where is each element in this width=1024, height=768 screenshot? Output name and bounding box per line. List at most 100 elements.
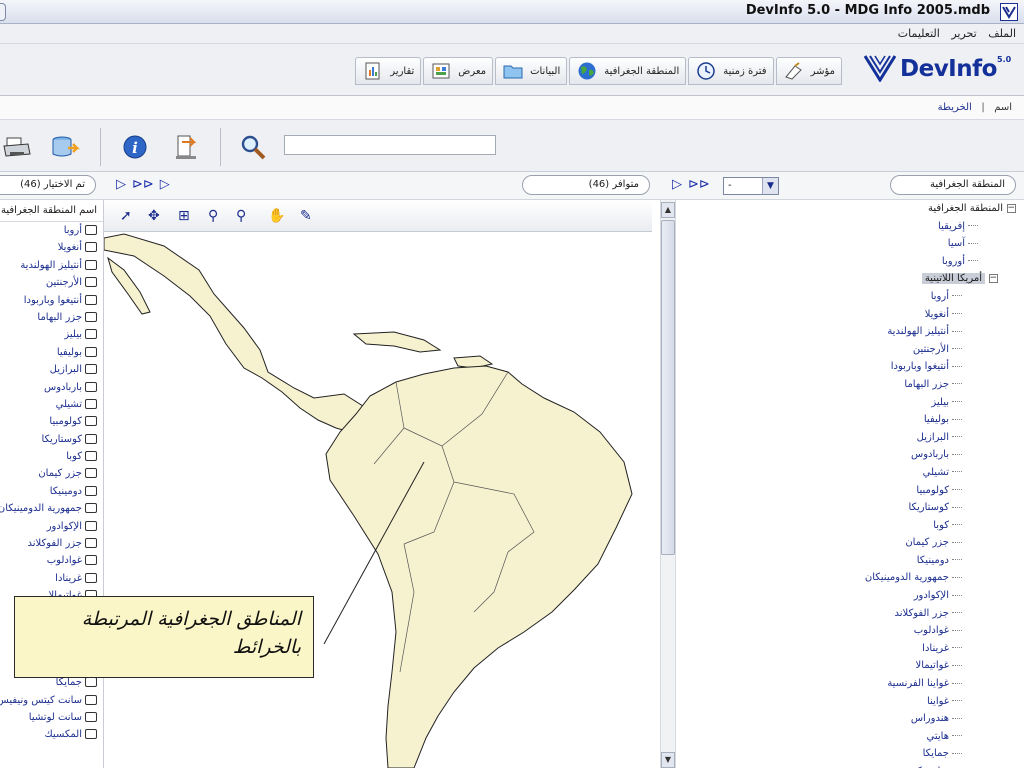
scroll-thumb[interactable] (661, 220, 675, 555)
tree-node-continent[interactable]: إفريقيا (676, 218, 1024, 236)
list-item[interactable]: أنتيليز الهولندية (0, 257, 103, 274)
latin-america-map[interactable] (104, 232, 652, 768)
chevron-down-icon[interactable]: ▼ (762, 178, 778, 194)
list-item[interactable]: كوستاريكا (0, 431, 103, 448)
tree-node-area[interactable]: كوبا (676, 517, 1024, 535)
list-item[interactable]: دومينيكا (0, 483, 103, 500)
menu-file[interactable]: الملف (988, 24, 1016, 44)
tree-scrollbar[interactable]: ▲ ▼ (660, 200, 676, 768)
tree-node-area[interactable]: باربادوس (676, 446, 1024, 464)
collapse-icon[interactable]: − (1007, 203, 1016, 213)
tab-gallery[interactable]: معرض (423, 57, 494, 85)
menu-help[interactable]: التعليمات (898, 24, 940, 44)
list-item[interactable]: غرينادا (0, 570, 103, 587)
list-item[interactable]: الأرجنتين (0, 274, 103, 291)
list-item[interactable]: كولومبيا (0, 413, 103, 430)
list-item-label: غوادلوب (46, 555, 82, 567)
tree-node-area[interactable]: جمهورية الدومينيكان (676, 569, 1024, 587)
list-item[interactable]: أروبا (0, 222, 103, 239)
tree-node-area[interactable]: غواينا الفرنسية (676, 675, 1024, 693)
tree-node-area[interactable]: غواتيمالا (676, 657, 1024, 675)
tree-node-area[interactable]: دومينيكا (676, 552, 1024, 570)
list-item[interactable]: المكسيك (0, 726, 103, 743)
tree-node-area[interactable]: غواينا (676, 693, 1024, 711)
tree-node-area[interactable]: أنتيليز الهولندية (676, 323, 1024, 341)
reset-icon[interactable] (172, 132, 202, 162)
list-item[interactable]: بيليز (0, 326, 103, 343)
search-icon[interactable] (238, 132, 268, 162)
zoom-box-icon[interactable]: ⊞ (178, 208, 190, 224)
zoom-out-icon[interactable]: ⚲ (236, 208, 246, 224)
tree-node-area[interactable]: أنتيغوا وباربودا (676, 358, 1024, 376)
tree-root[interactable]: −المنطقة الجغرافية (676, 200, 1024, 218)
tree-node-area[interactable]: جزر الفوكلاند (676, 605, 1024, 623)
tree-node-area[interactable]: سانت كيتس ونيفيس (676, 763, 1024, 768)
tree-node-area[interactable]: هندوراس (676, 710, 1024, 728)
list-item[interactable]: تشيلي (0, 396, 103, 413)
collapse-icon[interactable]: − (989, 273, 998, 283)
add-icon[interactable]: ▷ (672, 177, 682, 195)
tree-node-area[interactable]: تشيلي (676, 464, 1024, 482)
tree-node-latin-america[interactable]: −أمريكا اللاتينية (676, 270, 1024, 288)
tree-node-area[interactable]: جزر كيمان (676, 534, 1024, 552)
search-input[interactable] (284, 135, 496, 155)
move-right-icon[interactable]: ▷ (116, 177, 126, 195)
tab-reports[interactable]: تقارير (355, 57, 422, 85)
menu-edit[interactable]: تحرير (951, 24, 976, 44)
tree-node-area[interactable]: الأرجنتين (676, 341, 1024, 359)
tree-node-area[interactable]: جمايكا (676, 745, 1024, 763)
tree-node-area[interactable]: أنغويلا (676, 306, 1024, 324)
cuba-shape[interactable] (352, 331, 442, 353)
tree-node-area[interactable]: غوادلوب (676, 622, 1024, 640)
tab-indicator[interactable]: مؤشر (775, 57, 842, 85)
list-item[interactable]: البرازيل (0, 361, 103, 378)
list-item[interactable]: باربادوس (0, 379, 103, 396)
list-item[interactable]: جزر البهاما (0, 309, 103, 326)
tab-time-period[interactable]: فترة زمنية (688, 57, 774, 85)
zoom-in-icon[interactable]: ⚲ (208, 208, 218, 224)
list-item[interactable]: جمهورية الدومينيكان (0, 500, 103, 517)
export-database-icon[interactable] (50, 132, 80, 162)
tree-node-area[interactable]: أروبا (676, 288, 1024, 306)
list-item[interactable]: بوليفيا (0, 344, 103, 361)
tree-node-continent[interactable]: أوروبا (676, 253, 1024, 271)
tab-data[interactable]: البيانات (495, 57, 568, 85)
list-item[interactable]: سانت كيتس ونيفيس (0, 692, 103, 709)
info-icon[interactable]: i (120, 132, 150, 162)
pan-center-icon[interactable]: ✥ (148, 208, 160, 224)
tab-geographic-area[interactable]: المنطقة الجغرافية (569, 57, 687, 85)
move-all-right-icon[interactable]: ⊳⊳ (132, 177, 154, 195)
tree-node-area[interactable]: بيليز (676, 394, 1024, 412)
tree-node-area[interactable]: جزر البهاما (676, 376, 1024, 394)
baja-california-shape[interactable] (107, 256, 151, 315)
list-item[interactable]: جزر كيمان (0, 465, 103, 482)
tree-node-area[interactable]: بوليفيا (676, 411, 1024, 429)
tree-node-area[interactable]: غرينادا (676, 640, 1024, 658)
tree-node-area[interactable]: هايتي (676, 728, 1024, 746)
list-item[interactable]: أنغويلا (0, 239, 103, 256)
list-item[interactable]: جزر الفوكلاند (0, 535, 103, 552)
scroll-down-icon[interactable]: ▼ (661, 752, 675, 768)
pointer-icon[interactable]: ➚ (120, 208, 132, 224)
tree-node-continent[interactable]: آسيا (676, 235, 1024, 253)
add-all-icon[interactable]: ⊳⊳ (688, 177, 710, 195)
mexico-central-america-shape[interactable] (104, 233, 395, 447)
list-item[interactable]: غوادلوب (0, 552, 103, 569)
breadcrumb-map-link[interactable]: الخريطة (938, 102, 972, 113)
tree-node-area[interactable]: كولومبيا (676, 482, 1024, 500)
tree-node-area[interactable]: البرازيل (676, 429, 1024, 447)
left-nav-arrows: ▷ ⊳⊳ ▷ (116, 177, 170, 195)
south-america-shape[interactable] (325, 365, 633, 768)
scroll-up-icon[interactable]: ▲ (661, 202, 675, 218)
list-item[interactable]: الإكوادور (0, 518, 103, 535)
tree-node-area[interactable]: الإكوادور (676, 587, 1024, 605)
tree-node-area[interactable]: كوستاريكا (676, 499, 1024, 517)
list-item[interactable]: أنتيغوا وباربودا (0, 292, 103, 309)
move-one-right-icon[interactable]: ▷ (160, 177, 170, 195)
list-item[interactable]: كوبا (0, 448, 103, 465)
hand-icon[interactable]: ✋ (268, 208, 285, 224)
list-item[interactable]: سانت لوتشيا (0, 709, 103, 726)
pencil-icon[interactable]: ✎ (300, 208, 312, 224)
print-icon[interactable] (2, 132, 32, 162)
level-select[interactable]: - ▼ (723, 177, 779, 195)
